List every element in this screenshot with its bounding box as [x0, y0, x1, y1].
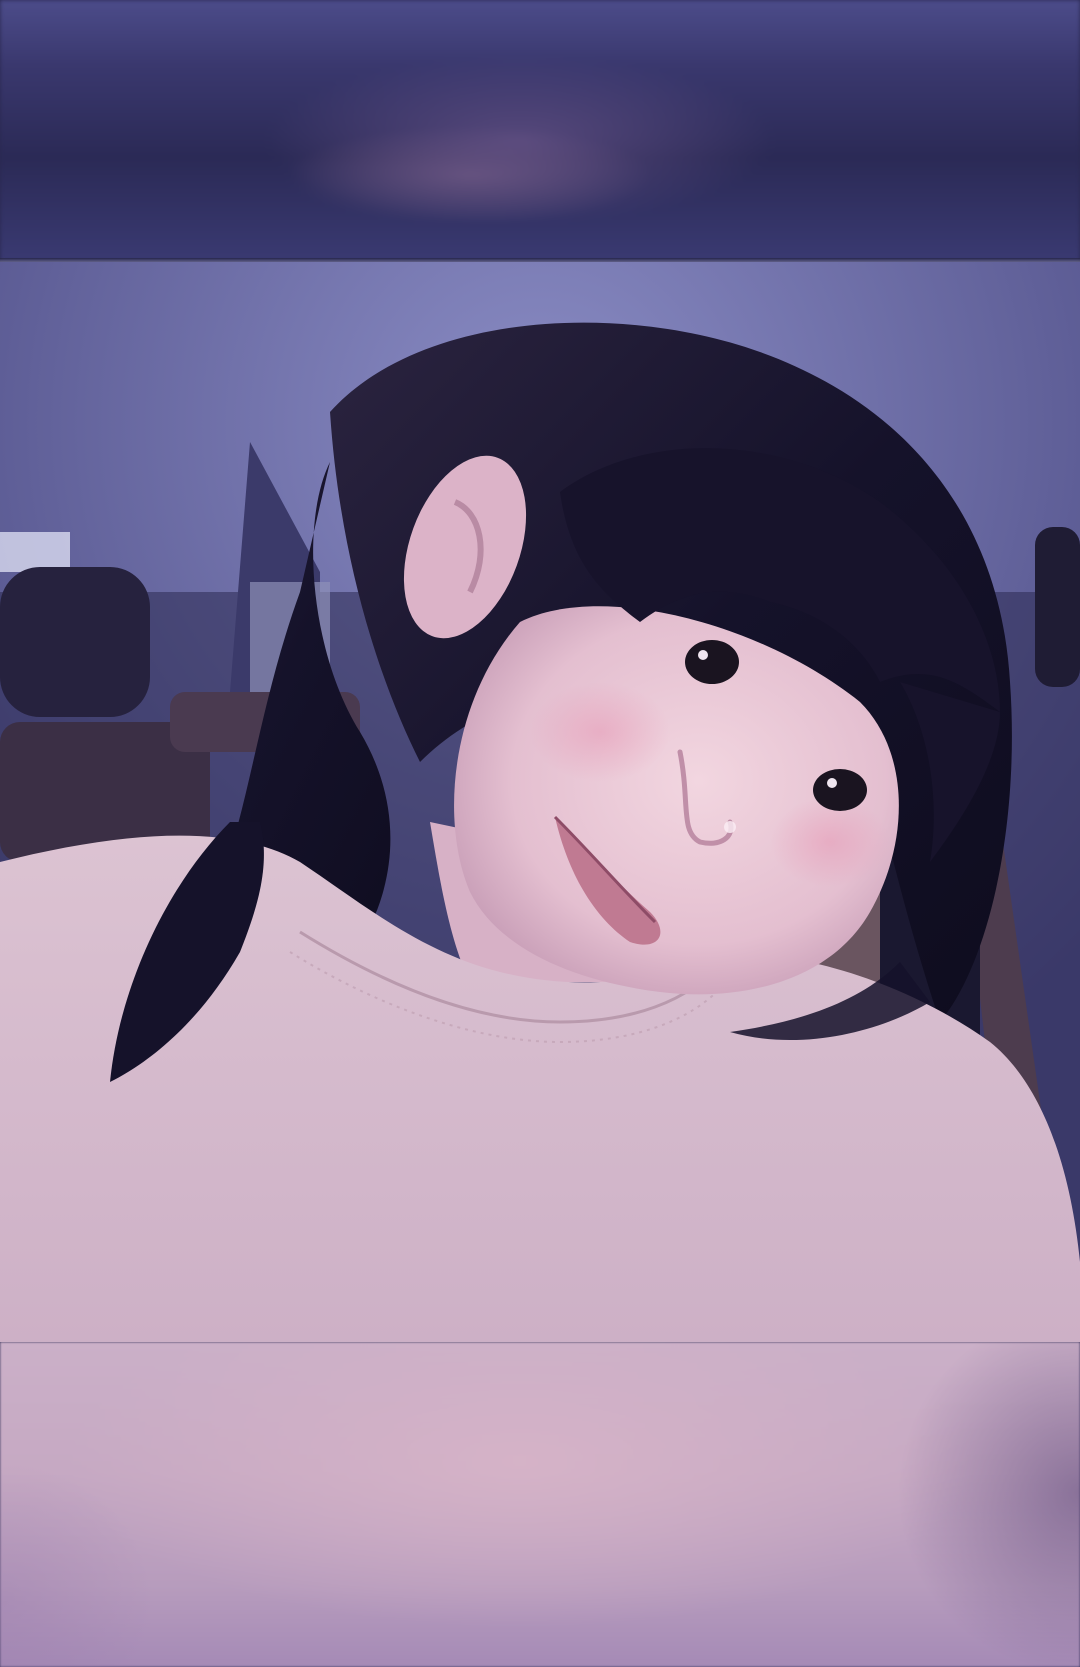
seat-headrest-left [0, 567, 150, 717]
eye-left [685, 640, 739, 684]
main-photo [0, 262, 1080, 1342]
nose-highlight [724, 821, 736, 833]
blush-left [530, 682, 670, 782]
car-window-light [0, 532, 70, 572]
eye-left-highlight [698, 650, 708, 660]
bottom-band-shade [0, 1342, 1080, 1667]
top-blurred-band [0, 0, 1080, 262]
eye-right-highlight [827, 778, 837, 788]
photo-canvas [0, 0, 1080, 1667]
portrait-illustration [0, 262, 1080, 1342]
blush-right [770, 797, 890, 887]
eye-right [813, 769, 867, 811]
seat-headrest-right [1035, 527, 1080, 687]
